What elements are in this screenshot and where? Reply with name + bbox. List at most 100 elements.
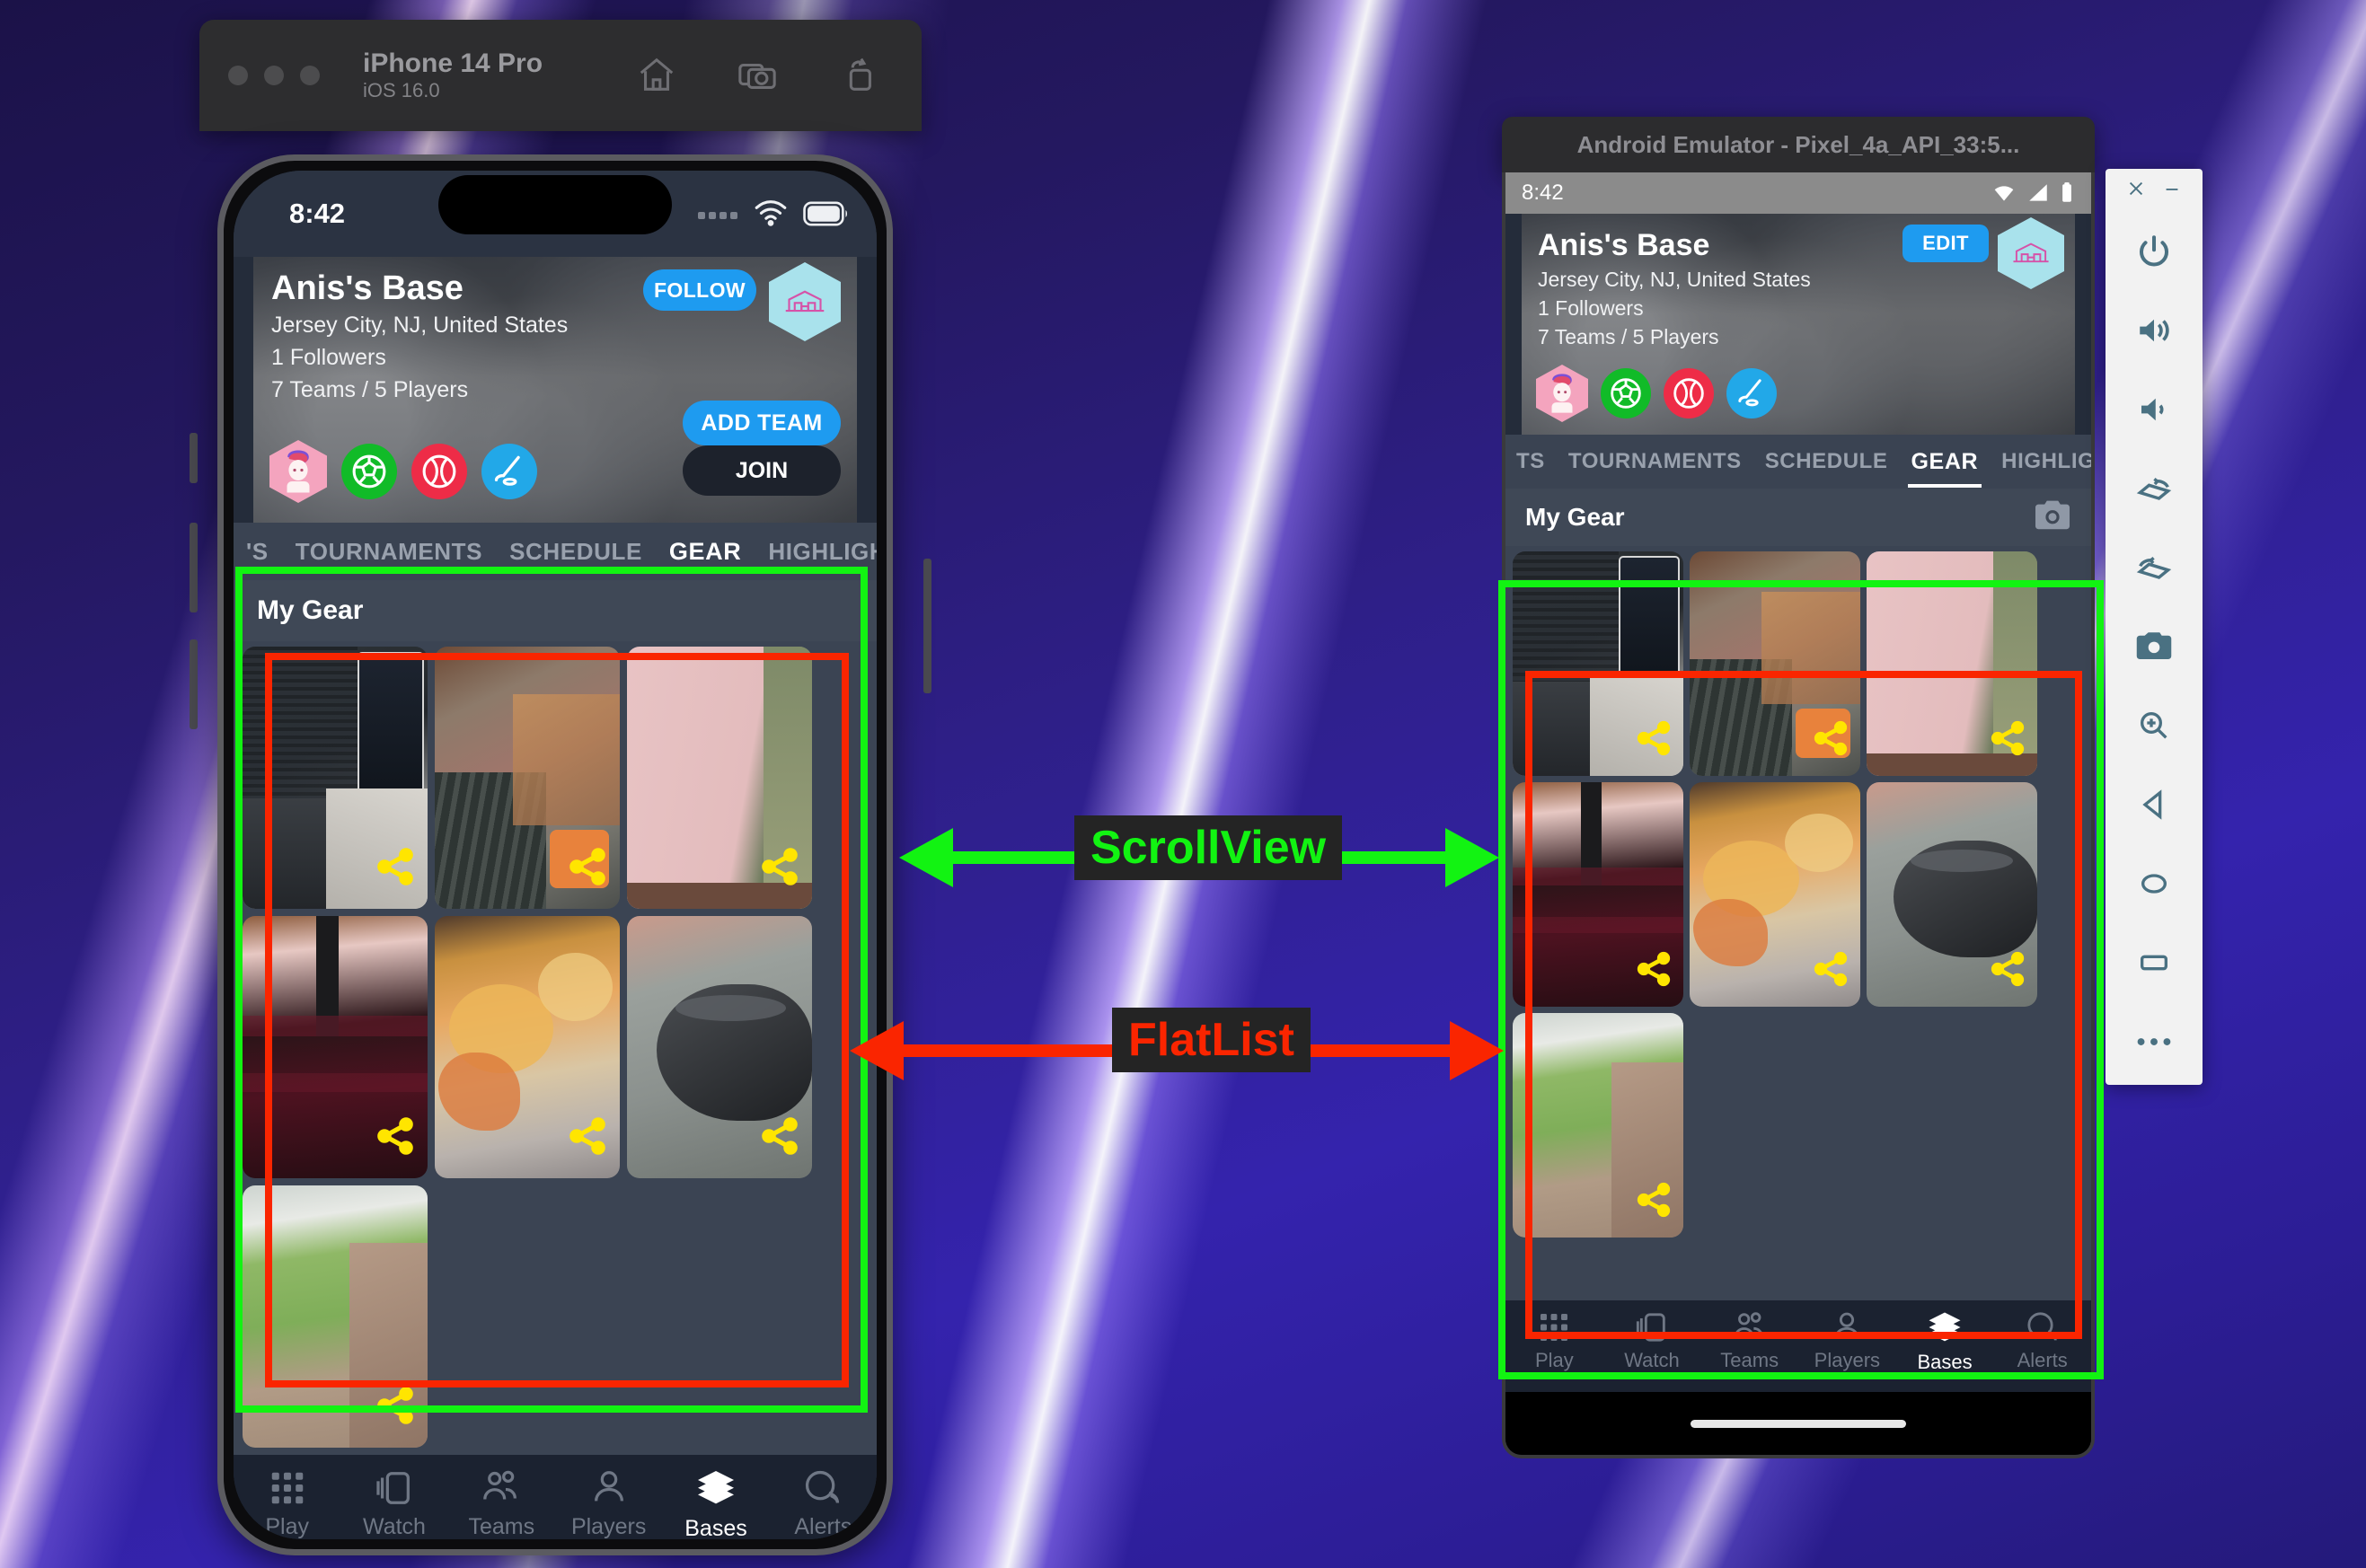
tab-schedule[interactable]: SCHEDULE	[1765, 449, 1888, 474]
join-button[interactable]: JOIN	[683, 445, 841, 496]
share-icon[interactable]	[758, 845, 801, 893]
gear-photo-item[interactable]	[627, 916, 812, 1178]
close-icon[interactable]	[2126, 179, 2146, 203]
add-team-button[interactable]: ADD TEAM	[683, 401, 841, 445]
share-icon[interactable]	[1988, 949, 2027, 993]
bottom-tab-bar-android[interactable]: Play Watch Teams Players Bases Alerts	[1505, 1300, 2091, 1392]
bottom-tab-players[interactable]: Players	[555, 1467, 662, 1539]
back-icon[interactable]	[2106, 765, 2203, 844]
ios-status-bar: 8:42	[234, 171, 877, 257]
bottom-tab-watch[interactable]: Watch	[1603, 1309, 1701, 1372]
iphone-mute-switch[interactable]	[190, 433, 198, 483]
share-icon[interactable]	[1634, 949, 1673, 993]
hockey-stick-icon[interactable]	[481, 444, 537, 499]
record-icon[interactable]	[837, 55, 878, 96]
share-icon[interactable]	[1634, 718, 1673, 762]
tab-tournaments[interactable]: TOURNAMENTS	[296, 538, 482, 566]
follow-button[interactable]: FOLLOW	[643, 269, 756, 311]
zoom-button[interactable]	[300, 66, 320, 85]
gear-photo-item[interactable]	[1513, 782, 1683, 1007]
android-status-icons	[1991, 181, 2075, 205]
share-icon[interactable]	[566, 845, 609, 893]
share-icon[interactable]	[374, 1114, 417, 1162]
soccer-ball-icon[interactable]	[341, 444, 397, 499]
share-icon[interactable]	[758, 1114, 801, 1162]
edit-button[interactable]: EDIT	[1903, 225, 1989, 262]
section-tabstrip-ios[interactable]: 'S TOURNAMENTS SCHEDULE GEAR HIGHLIGHTS	[234, 523, 877, 580]
tab-tournaments[interactable]: TOURNAMENTS	[1568, 449, 1742, 474]
tab-highlights[interactable]: HIGHLIGHTS	[768, 538, 877, 566]
gear-photo-item[interactable]	[1690, 551, 1860, 776]
zoom-icon[interactable]	[2106, 686, 2203, 765]
rotate-left-icon[interactable]	[2106, 449, 2203, 528]
bottom-tab-watch[interactable]: Watch	[340, 1467, 447, 1539]
share-icon[interactable]	[1811, 718, 1850, 762]
baseball-icon[interactable]	[1664, 368, 1714, 418]
close-button[interactable]	[228, 66, 248, 85]
power-icon[interactable]	[2106, 212, 2203, 291]
hockey-stick-icon[interactable]	[1726, 368, 1777, 418]
bottom-tab-alerts[interactable]: Alerts	[770, 1467, 877, 1539]
avatar-icon[interactable]	[1536, 365, 1588, 422]
gear-photo-item[interactable]	[243, 1185, 428, 1448]
tab-gear[interactable]: GEAR	[669, 538, 741, 566]
gear-photo-item[interactable]	[1690, 782, 1860, 1007]
tab-ends[interactable]: TS	[1516, 449, 1545, 474]
iphone-screen: 8:42 Anis's Base Jersey City, NJ, United…	[234, 171, 877, 1539]
gear-photo-item[interactable]	[435, 647, 620, 909]
rotate-right-icon[interactable]	[2106, 528, 2203, 607]
android-emulator-side-toolbar[interactable]	[2106, 169, 2203, 1085]
share-icon[interactable]	[566, 1114, 609, 1162]
volume-up-icon[interactable]	[2106, 291, 2203, 370]
camera-icon[interactable]	[2034, 498, 2071, 537]
gear-photo-item[interactable]	[1513, 551, 1683, 776]
bottom-tab-teams[interactable]: Teams	[448, 1467, 555, 1539]
share-icon[interactable]	[1988, 718, 2027, 762]
gear-photo-item[interactable]	[435, 916, 620, 1178]
home-icon[interactable]	[636, 55, 677, 96]
volume-down-icon[interactable]	[2106, 370, 2203, 449]
gear-photo-item[interactable]	[627, 647, 812, 909]
gear-photo-item[interactable]	[243, 916, 428, 1178]
emulator-window-buttons[interactable]	[2106, 169, 2203, 212]
gear-photo-item[interactable]	[1867, 551, 2037, 776]
bottom-tab-bases[interactable]: Bases	[662, 1467, 769, 1539]
minimize-icon[interactable]	[2162, 179, 2182, 203]
section-tabstrip-android[interactable]: TS TOURNAMENTS SCHEDULE GEAR HIGHLIGHTS	[1505, 435, 2091, 489]
bottom-tab-bases[interactable]: Bases	[1896, 1309, 1994, 1374]
bottom-tab-players[interactable]: Players	[1798, 1309, 1896, 1372]
tab-gear[interactable]: GEAR	[1907, 449, 1982, 488]
iphone-volume-up-button[interactable]	[190, 523, 198, 612]
base-name: Anis's Base	[271, 269, 463, 307]
home-icon[interactable]	[2106, 844, 2203, 923]
share-icon[interactable]	[374, 845, 417, 893]
screenshot-icon[interactable]	[2106, 607, 2203, 686]
gear-photo-item[interactable]	[1867, 782, 2037, 1007]
bottom-tab-play[interactable]: Play	[1505, 1309, 1603, 1372]
tab-schedule[interactable]: SCHEDULE	[509, 538, 642, 566]
tab-highlights[interactable]: HIGHLIGHTS	[2001, 449, 2091, 474]
gear-photo-grid-ios[interactable]	[234, 641, 877, 1455]
gear-photo-item[interactable]	[243, 647, 428, 909]
share-icon[interactable]	[374, 1384, 417, 1431]
bottom-tab-alerts[interactable]: Alerts	[1993, 1309, 2091, 1372]
screenshot-icon[interactable]	[737, 55, 778, 96]
gear-photo-grid-android[interactable]	[1505, 546, 2091, 1300]
bottom-tab-teams[interactable]: Teams	[1700, 1309, 1798, 1372]
tab-ends[interactable]: 'S	[246, 538, 269, 566]
avatar-icon[interactable]	[269, 440, 327, 503]
iphone-power-button[interactable]	[923, 559, 931, 693]
more-icon[interactable]	[2106, 1002, 2203, 1081]
overview-icon[interactable]	[2106, 923, 2203, 1002]
iphone-volume-down-button[interactable]	[190, 639, 198, 729]
window-traffic-lights[interactable]	[228, 66, 320, 85]
minimize-button[interactable]	[264, 66, 284, 85]
share-icon[interactable]	[1634, 1180, 1673, 1224]
android-home-indicator[interactable]	[1691, 1419, 1906, 1428]
baseball-icon[interactable]	[411, 444, 467, 499]
bottom-tab-bar-ios[interactable]: Play Watch Teams Players Bases Alerts	[234, 1455, 877, 1539]
soccer-ball-icon[interactable]	[1601, 368, 1651, 418]
bottom-tab-play[interactable]: Play	[234, 1467, 340, 1539]
share-icon[interactable]	[1811, 949, 1850, 993]
gear-photo-item[interactable]	[1513, 1013, 1683, 1238]
